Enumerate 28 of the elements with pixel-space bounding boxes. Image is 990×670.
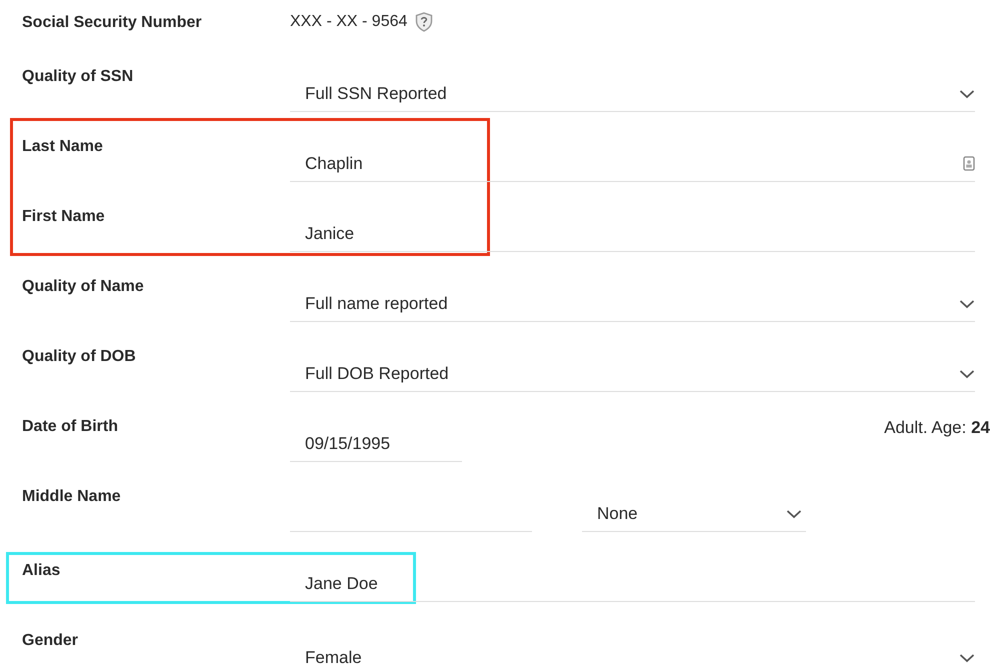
select-field[interactable]: None [582, 496, 806, 532]
field-label: Quality of DOB [22, 348, 136, 366]
field-label: Date of Birth [22, 418, 118, 436]
masked-ssn: XXX - XX - 9564 [290, 13, 408, 31]
field-label: Quality of SSN [22, 68, 134, 86]
select-field[interactable]: Female [290, 640, 975, 670]
field-label: Gender [22, 632, 78, 650]
age-text: Adult. Age: 24 [884, 418, 990, 438]
field-label: Social Security Number [22, 14, 202, 32]
contact-card-icon[interactable] [963, 156, 975, 171]
chevron-down-icon [959, 88, 975, 98]
chevron-down-icon [959, 368, 975, 378]
select-field[interactable]: Full SSN Reported [290, 76, 975, 112]
field-label: Middle Name [22, 488, 121, 506]
chevron-down-icon [959, 298, 975, 308]
input-field[interactable]: Jane Doe [290, 566, 975, 602]
field-label: Alias [22, 562, 60, 580]
input-field[interactable]: Chaplin [290, 146, 975, 182]
select-field[interactable]: Full DOB Reported [290, 356, 975, 392]
field-label: First Name [22, 208, 105, 226]
date-field[interactable]: 09/15/1995 [290, 426, 462, 462]
shield-help-icon[interactable] [415, 12, 434, 32]
field-label: Last Name [22, 138, 103, 156]
chevron-down-icon [786, 508, 802, 518]
input-field[interactable]: Janice [290, 216, 975, 252]
select-field[interactable]: Full name reported [290, 286, 975, 322]
chevron-down-icon [959, 653, 975, 663]
field-label: Quality of Name [22, 278, 144, 296]
